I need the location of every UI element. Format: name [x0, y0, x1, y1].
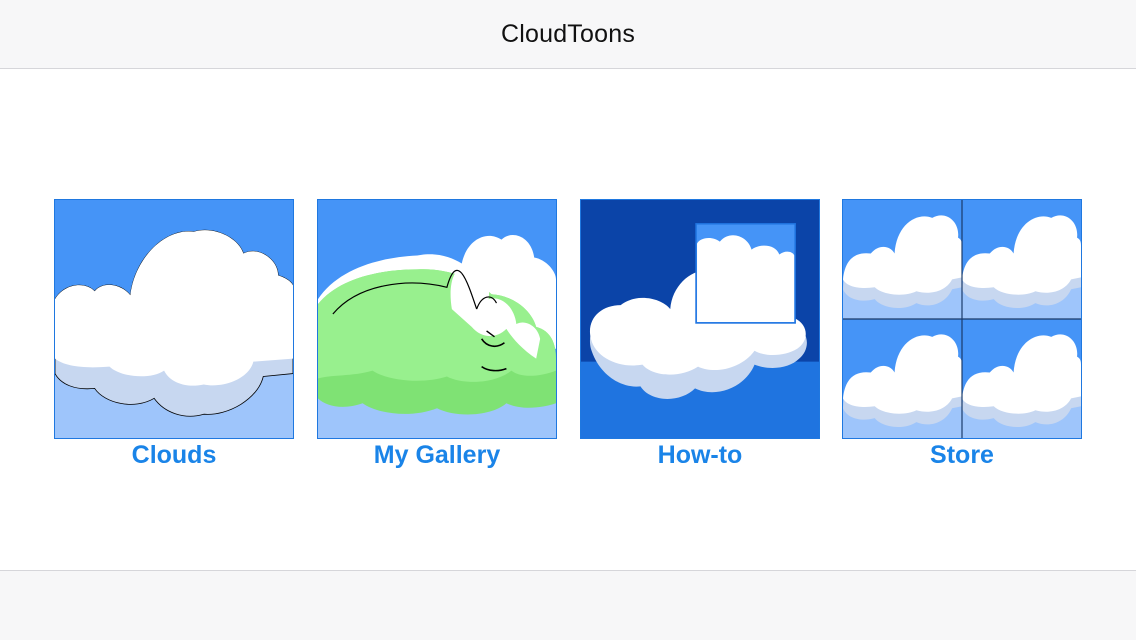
clouds-tile[interactable]: Clouds [54, 199, 294, 470]
bottom-toolbar [0, 570, 1136, 640]
cloud-crop-icon [580, 199, 820, 439]
store-tile[interactable]: Store [842, 199, 1082, 470]
my-gallery-label: My Gallery [373, 441, 501, 469]
how-to-label: How-to [657, 441, 743, 469]
cloud-icon [54, 199, 294, 439]
clouds-label: Clouds [131, 441, 217, 469]
store-label: Store [930, 441, 994, 469]
my-gallery-tile[interactable]: My Gallery [317, 199, 557, 470]
app-title: CloudToons [500, 19, 636, 48]
navigation-bar: CloudToons [0, 0, 1136, 69]
how-to-tile[interactable]: How-to [580, 199, 820, 470]
cloud-grid-icon [842, 199, 1082, 439]
green-cloud-character-icon [317, 199, 557, 439]
